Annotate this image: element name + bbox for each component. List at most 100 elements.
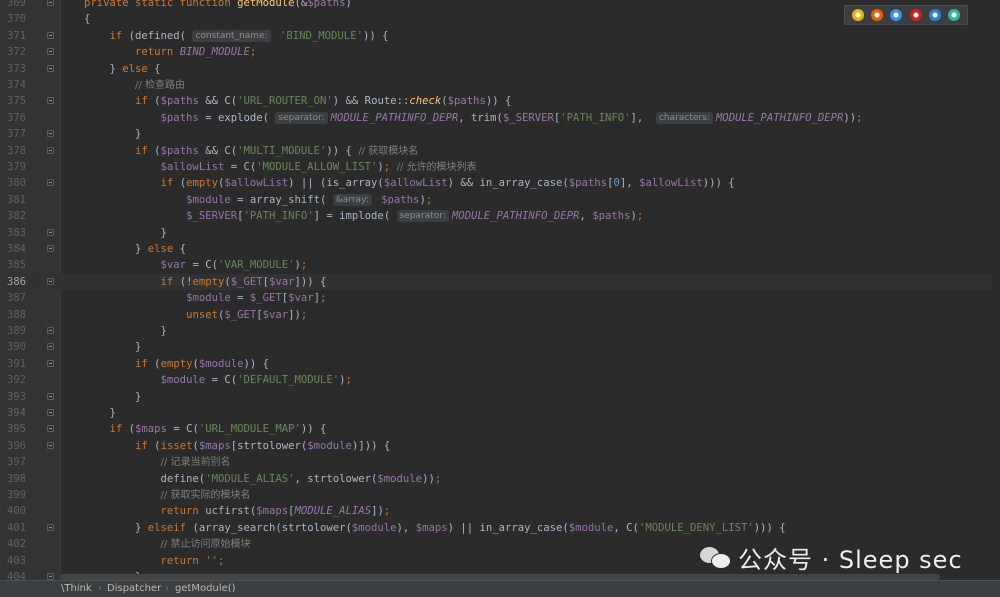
- code-text[interactable]: }: [84, 126, 141, 142]
- code-text[interactable]: } elseif (array_search(strtolower($modul…: [84, 520, 786, 536]
- code-text[interactable]: } else {: [84, 241, 186, 257]
- code-line[interactable]: 399 // 获取实际的模块名: [0, 487, 1000, 503]
- code-line[interactable]: 400 return ucfirst($maps[MODULE_ALIAS]);: [0, 503, 1000, 519]
- fold-marker-icon[interactable]: [47, 31, 54, 39]
- code-text[interactable]: }: [84, 225, 167, 241]
- code-line[interactable]: 388 unset($_GET[$var]);: [0, 307, 1000, 323]
- code-line[interactable]: 390 }: [0, 339, 1000, 355]
- code-text[interactable]: $var = C('VAR_MODULE');: [84, 257, 308, 273]
- code-text[interactable]: define('MODULE_ALIAS', strtolower($modul…: [84, 471, 442, 487]
- code-line[interactable]: 393 }: [0, 389, 1000, 405]
- code-text[interactable]: private static function getModule(&$path…: [84, 0, 352, 11]
- breadcrumb-class[interactable]: Dispatcher: [107, 581, 161, 596]
- code-text[interactable]: {: [84, 11, 90, 27]
- code-text[interactable]: if (!empty($_GET[$var])) {: [84, 274, 327, 290]
- line-number[interactable]: 394: [0, 405, 26, 421]
- fold-marker-icon[interactable]: [47, 97, 54, 105]
- code-line[interactable]: 378 if ($paths && C('MULTI_MODULE')) { /…: [0, 143, 1000, 159]
- code-text[interactable]: }: [84, 339, 141, 355]
- code-text[interactable]: $_SERVER['PATH_INFO'] = implode( separat…: [84, 208, 643, 224]
- fold-marker-icon[interactable]: [47, 146, 54, 154]
- line-number[interactable]: 376: [0, 110, 26, 126]
- line-number[interactable]: 399: [0, 487, 26, 503]
- opera-icon[interactable]: [909, 9, 922, 21]
- chrome-icon[interactable]: [851, 9, 864, 21]
- code-line[interactable]: 373 } else {: [0, 61, 1000, 77]
- line-number[interactable]: 371: [0, 28, 26, 44]
- line-number[interactable]: 384: [0, 241, 26, 257]
- code-line[interactable]: 376 $paths = explode( separator: MODULE_P…: [0, 110, 1000, 126]
- code-text[interactable]: }: [84, 405, 116, 421]
- code-text[interactable]: $paths = explode( separator: MODULE_PATHI…: [84, 110, 863, 126]
- code-line[interactable]: 392 $module = C('DEFAULT_MODULE');: [0, 372, 1000, 388]
- fold-marker-icon[interactable]: [47, 523, 54, 531]
- code-line[interactable]: 384 } else {: [0, 241, 1000, 257]
- code-line[interactable]: 397 // 记录当前别名: [0, 454, 1000, 470]
- line-number[interactable]: 374: [0, 77, 26, 93]
- code-line[interactable]: 396 if (isset($maps[strtolower($module)]…: [0, 438, 1000, 454]
- line-number[interactable]: 390: [0, 339, 26, 355]
- line-number[interactable]: 381: [0, 192, 26, 208]
- code-text[interactable]: return ucfirst($maps[MODULE_ALIAS]);: [84, 503, 391, 519]
- line-number[interactable]: 393: [0, 389, 26, 405]
- code-text[interactable]: $allowList = C('MODULE_ALLOW_LIST'); // …: [84, 159, 477, 176]
- vertical-scrollbar[interactable]: [992, 0, 1000, 580]
- line-number[interactable]: 382: [0, 208, 26, 224]
- code-line[interactable]: 377 }: [0, 126, 1000, 142]
- code-text[interactable]: if ($paths && C('URL_ROUTER_ON') && Rout…: [84, 93, 511, 109]
- fold-marker-icon[interactable]: [47, 277, 54, 285]
- code-text[interactable]: if ($maps = C('URL_MODULE_MAP')) {: [84, 421, 327, 437]
- code-line[interactable]: 385 $var = C('VAR_MODULE');: [0, 257, 1000, 273]
- code-line[interactable]: 382 $_SERVER['PATH_INFO'] = implode( sep…: [0, 208, 1000, 224]
- fold-marker-icon[interactable]: [47, 0, 54, 6]
- code-text[interactable]: $module = $_GET[$var];: [84, 290, 326, 306]
- code-text[interactable]: if (isset($maps[strtolower($module)])) {: [84, 438, 390, 454]
- code-text[interactable]: $module = C('DEFAULT_MODULE');: [84, 372, 352, 388]
- line-number[interactable]: 398: [0, 471, 26, 487]
- code-text[interactable]: if (empty($allowList) || (is_array($allo…: [84, 175, 735, 191]
- line-number[interactable]: 389: [0, 323, 26, 339]
- code-line[interactable]: 375 if ($paths && C('URL_ROUTER_ON') && …: [0, 93, 1000, 109]
- line-number[interactable]: 385: [0, 257, 26, 273]
- ie-icon[interactable]: [928, 9, 941, 21]
- line-number[interactable]: 370: [0, 11, 26, 27]
- line-number[interactable]: 391: [0, 356, 26, 372]
- code-text[interactable]: if (empty($module)) {: [84, 356, 269, 372]
- fold-marker-icon[interactable]: [47, 343, 54, 351]
- code-text[interactable]: // 检查路由: [84, 77, 185, 94]
- edge-icon[interactable]: [948, 9, 961, 21]
- line-number[interactable]: 387: [0, 290, 26, 306]
- code-line[interactable]: 379 $allowList = C('MODULE_ALLOW_LIST');…: [0, 159, 1000, 175]
- code-line[interactable]: 386 if (!empty($_GET[$var])) {: [0, 273, 1000, 291]
- code-line[interactable]: 372 return BIND_MODULE;: [0, 44, 1000, 60]
- line-number[interactable]: 383: [0, 225, 26, 241]
- line-number[interactable]: 379: [0, 159, 26, 175]
- line-number[interactable]: 392: [0, 372, 26, 388]
- breadcrumb-namespace[interactable]: \Think: [61, 581, 92, 596]
- fold-marker-icon[interactable]: [47, 392, 54, 400]
- line-number[interactable]: 386: [0, 274, 26, 290]
- code-text[interactable]: // 禁止访问原始模块: [84, 536, 251, 553]
- fold-marker-icon[interactable]: [47, 425, 54, 433]
- fold-marker-icon[interactable]: [47, 359, 54, 367]
- code-line[interactable]: 394 }: [0, 405, 1000, 421]
- code-text[interactable]: } else {: [84, 61, 161, 77]
- breadcrumb-method[interactable]: getModule(): [175, 581, 236, 596]
- line-number[interactable]: 369: [0, 0, 26, 11]
- code-editor[interactable]: 369 private static function getModule(&$p…: [0, 0, 1000, 580]
- code-text[interactable]: }: [84, 323, 167, 339]
- code-line[interactable]: 398 define('MODULE_ALIAS', strtolower($m…: [0, 471, 1000, 487]
- line-number[interactable]: 402: [0, 536, 26, 552]
- fold-marker-icon[interactable]: [47, 179, 54, 187]
- fold-marker-icon[interactable]: [47, 48, 54, 56]
- code-line[interactable]: 395 if ($maps = C('URL_MODULE_MAP')) {: [0, 421, 1000, 437]
- code-line[interactable]: 383 }: [0, 225, 1000, 241]
- fold-marker-icon[interactable]: [47, 409, 54, 416]
- code-line[interactable]: 389 }: [0, 323, 1000, 339]
- line-number[interactable]: 372: [0, 44, 26, 60]
- fold-marker-icon[interactable]: [47, 441, 54, 449]
- code-line[interactable]: 371 if (defined( constant_name: 'BIND_MO…: [0, 28, 1000, 44]
- code-text[interactable]: }: [84, 389, 141, 405]
- line-number[interactable]: 396: [0, 438, 26, 454]
- fold-marker-icon[interactable]: [47, 228, 54, 236]
